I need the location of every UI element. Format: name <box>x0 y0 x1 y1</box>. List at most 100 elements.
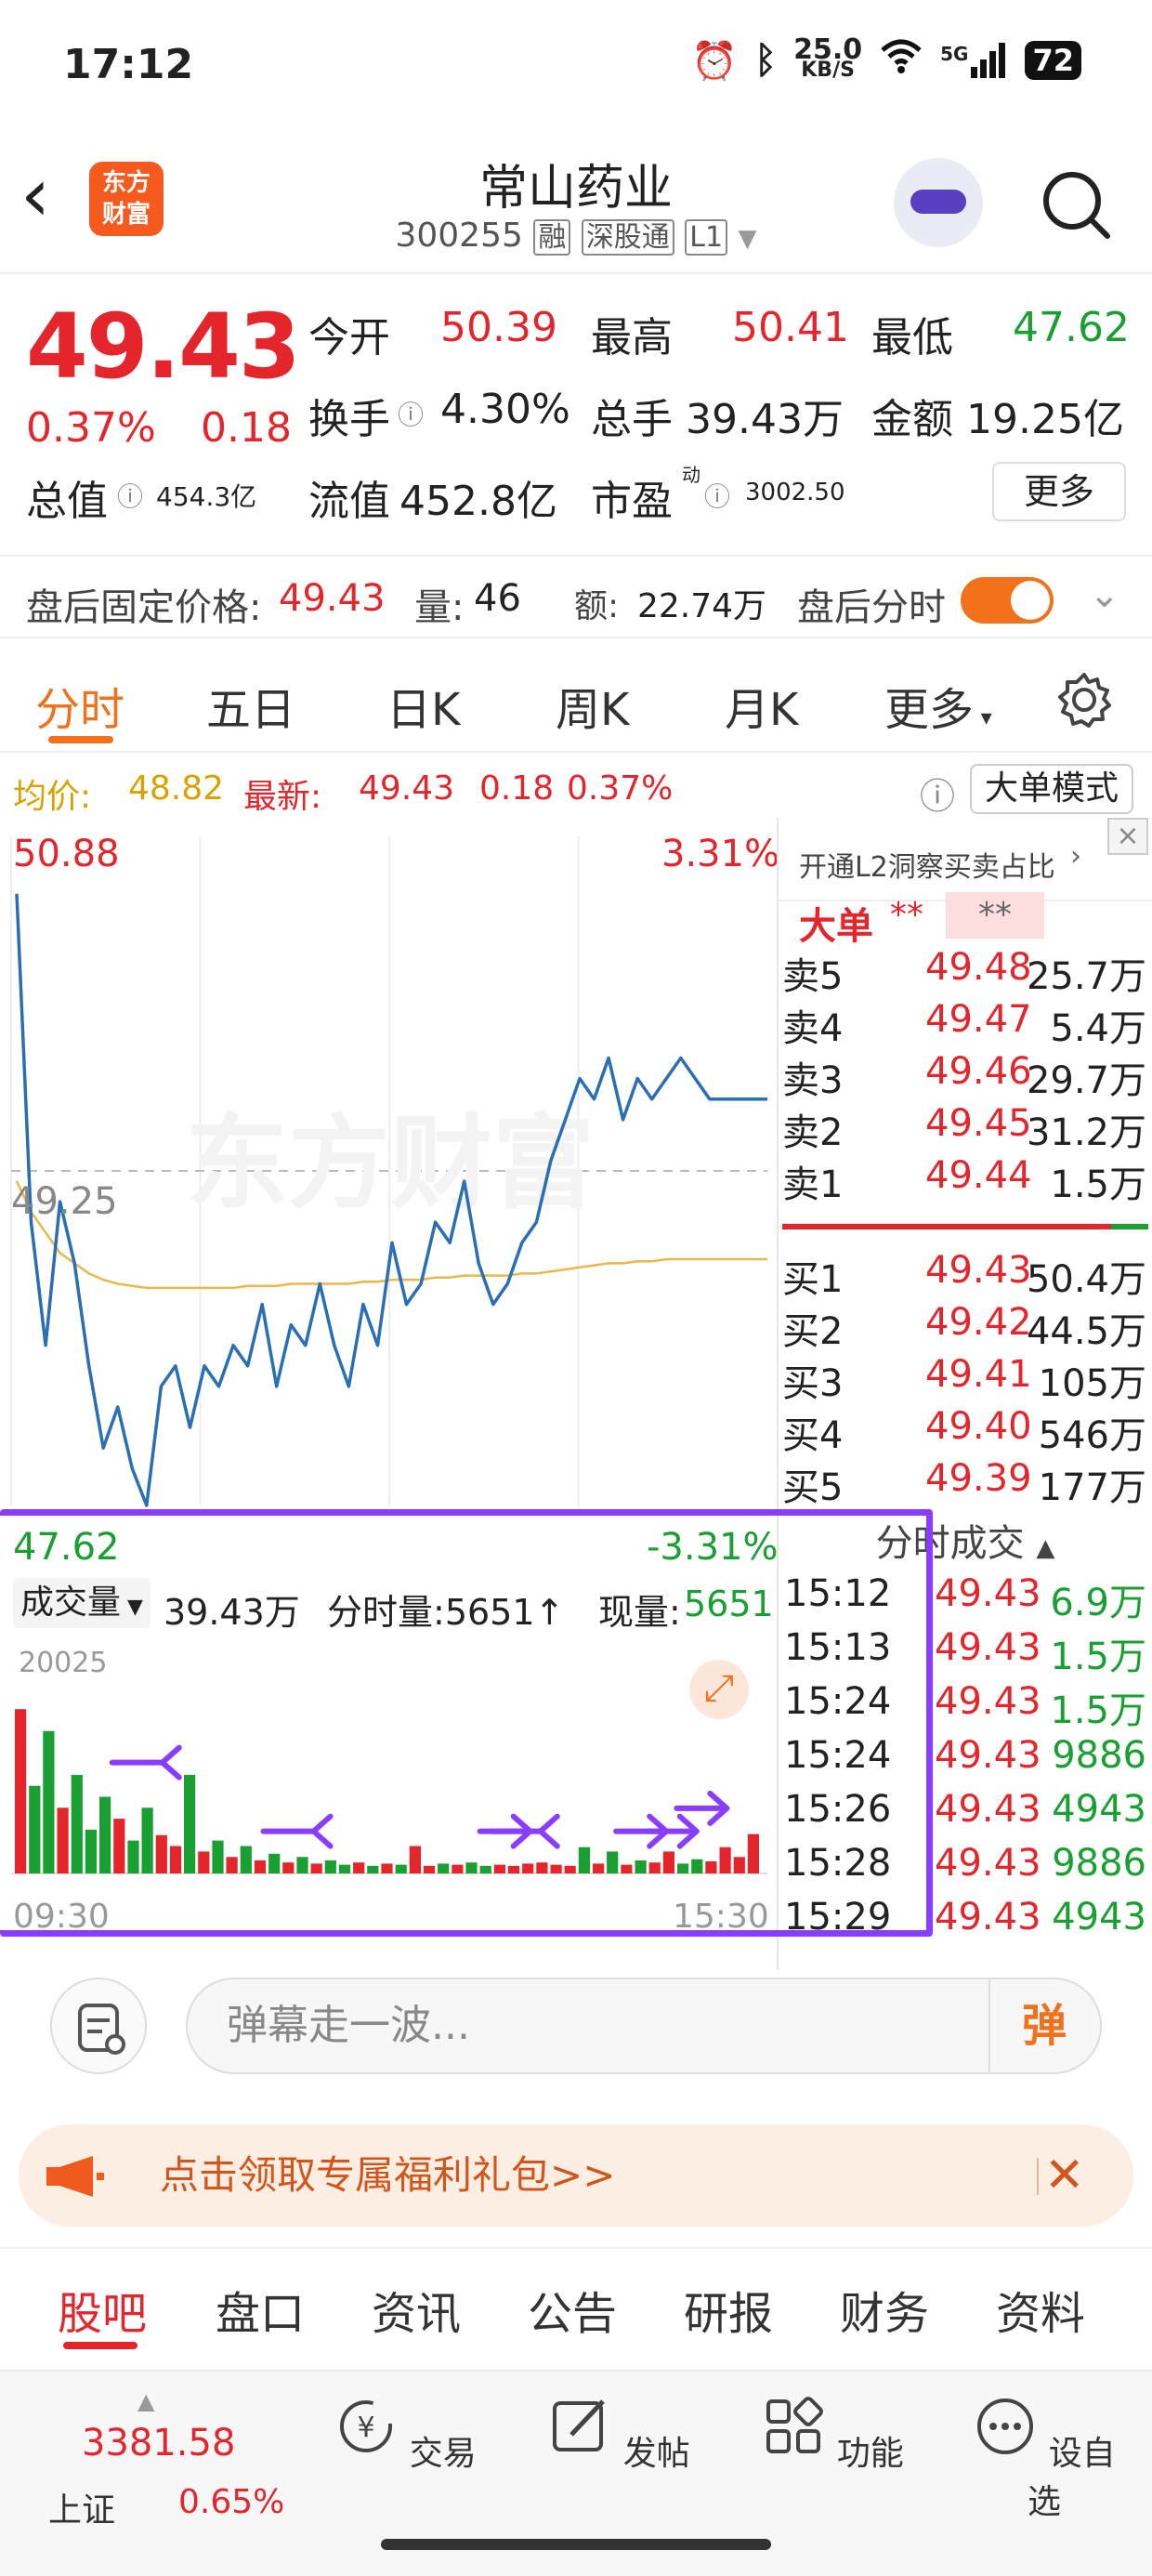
promo-banner[interactable]: 点击领取专属福利礼包>> ✕ <box>19 2124 1133 2227</box>
tab-monthly-k[interactable]: 月K <box>725 673 798 738</box>
status-icons: ⏰ ᛒ 25.0 KB/S 5G 72 <box>691 36 1081 84</box>
stock-code: 300255 <box>395 217 523 255</box>
danmaku-send-button[interactable]: 弹 <box>988 1979 1098 2072</box>
dropdown-icon: ▼ <box>738 225 757 253</box>
amount-label: 金额 <box>871 396 953 443</box>
latest-label: 最新: <box>243 778 322 816</box>
danmaku-settings-icon[interactable] <box>50 1978 147 2074</box>
open-value: 50.39 <box>440 304 557 351</box>
settings-gear-icon[interactable] <box>1055 671 1113 729</box>
float-label: 流值 <box>308 478 390 525</box>
avg-value: 48.82 <box>128 769 225 808</box>
ask-row[interactable]: 卖1 49.44 1.5万 <box>779 1154 1146 1206</box>
after-hours-row: 盘后固定价格: 49.43 量: 46 额: 22.74万 盘后分时 ⌄ <box>0 555 1152 638</box>
pe-label: 市盈 <box>591 478 673 525</box>
tab-financials[interactable]: 财务 <box>840 2277 929 2342</box>
bid-row[interactable]: 买5 49.39 177万 <box>779 1457 1146 1509</box>
bluetooth-icon: ᛒ <box>754 39 778 82</box>
ask-row[interactable]: 卖4 49.47 5.4万 <box>779 998 1146 1050</box>
ask-row[interactable]: 卖3 49.46 29.7万 <box>779 1050 1146 1102</box>
tab-intraday[interactable]: 分时 <box>35 673 124 738</box>
alarm-icon: ⏰ <box>691 39 739 83</box>
trade-icon: ¥ <box>340 2400 393 2452</box>
annotation-frame <box>0 1509 933 1937</box>
change-amount: 0.18 <box>201 404 292 452</box>
latest-percent: 0.37% <box>567 769 674 808</box>
bid-row[interactable]: 买3 49.41 105万 <box>779 1353 1146 1405</box>
index-percent: 0.65% <box>178 2483 285 2521</box>
more-button[interactable]: 更多 <box>992 462 1126 521</box>
danmaku-input[interactable]: 弹幕走一波... 弹 <box>186 1978 1102 2074</box>
quote-panel: 49.43 0.37% 0.18 今开 50.39 最高 50.41 最低 47… <box>0 276 1152 536</box>
divider <box>1037 2158 1039 2195</box>
tab-news[interactable]: 资讯 <box>372 2277 461 2342</box>
latest-change: 0.18 <box>479 769 555 808</box>
ask-row[interactable]: 卖2 49.45 31.2万 <box>779 1102 1146 1154</box>
close-icon[interactable]: ✕ <box>1044 2124 1085 2227</box>
big-order-value-sell: ** <box>946 892 1044 939</box>
info-icon[interactable]: ⓘ <box>117 477 143 514</box>
ask-row[interactable]: 卖5 49.48 25.7万 <box>779 946 1146 998</box>
tab-orderbook[interactable]: 盘口 <box>216 2277 305 2342</box>
signal-icon: 5G <box>940 43 1008 78</box>
after-hours-minute-label: 盘后分时 <box>797 586 946 629</box>
assistant-avatar-icon[interactable] <box>894 158 983 247</box>
megaphone-icon <box>46 2156 104 2197</box>
open-label: 今开 <box>308 314 390 361</box>
nav-add-watchlist[interactable]: 设自选 <box>970 2390 1119 2523</box>
chart-tabs: 分时 五日 日K 周K 月K 更多 ▾ <box>0 651 1152 753</box>
after-hours-toggle[interactable] <box>961 577 1054 624</box>
price-summary-bar: 均价: 48.82 最新: 49.43 0.18 0.37% ⓘ 大单模式 <box>0 756 1152 821</box>
big-order-label: 大单 <box>799 905 873 948</box>
bid-row[interactable]: 买2 49.42 44.5万 <box>779 1301 1146 1353</box>
more-dots-icon <box>977 2399 1034 2454</box>
grid-icon <box>766 2397 824 2453</box>
connect-tag: 深股通 <box>581 219 674 256</box>
tab-daily-k[interactable]: 日K <box>386 673 460 738</box>
wifi-icon <box>879 37 923 84</box>
nav-functions[interactable]: 功能 <box>758 2390 907 2475</box>
info-icon[interactable]: ⓘ <box>398 395 424 432</box>
info-icon[interactable]: ⓘ <box>704 477 730 514</box>
svg-text:¥: ¥ <box>358 2412 375 2444</box>
prev-close-label: 49.25 <box>11 1180 118 1223</box>
index-ticker[interactable]: ▲ 3381.58 上证 0.65% <box>37 2388 284 2556</box>
l2-promo[interactable]: 开通L2洞察买卖占比 › × <box>779 818 1152 901</box>
edit-icon <box>553 2399 606 2451</box>
tab-research[interactable]: 研报 <box>684 2277 773 2342</box>
nav-post[interactable]: 发帖 <box>544 2390 693 2475</box>
pe-value: 3002.50 <box>745 479 845 506</box>
after-hours-vol-label: 量: <box>414 586 465 629</box>
tab-five-day[interactable]: 五日 <box>206 673 295 738</box>
bid-row[interactable]: 买1 49.43 50.4万 <box>779 1249 1146 1301</box>
battery-indicator: 72 <box>1025 41 1081 80</box>
tab-weekly-k[interactable]: 周K <box>556 673 629 738</box>
low-label: 最低 <box>871 314 953 361</box>
search-icon[interactable] <box>1039 167 1113 242</box>
index-value: 3381.58 <box>82 2422 236 2464</box>
after-hours-vol: 46 <box>474 577 521 620</box>
stock-header: ‹ 东方 财富 常山药业 300255 融 深股通 L1 ▼ <box>0 139 1152 274</box>
tab-announcements[interactable]: 公告 <box>528 2277 617 2342</box>
big-order-mode-button[interactable]: 大单模式 <box>970 764 1133 814</box>
last-price: 49.43 <box>26 295 301 399</box>
help-icon[interactable]: ⓘ <box>920 768 955 819</box>
volume-value: 39.43万 <box>686 396 844 443</box>
active-tab-indicator <box>63 2342 137 2349</box>
tab-profile[interactable]: 资料 <box>996 2277 1085 2342</box>
mktcap-label: 总值 <box>26 478 108 525</box>
turnover-label: 换手 <box>308 396 390 443</box>
high-value: 50.41 <box>732 304 849 351</box>
volume-label: 总手 <box>591 396 673 443</box>
change-percent: 0.37% <box>26 404 156 452</box>
turnover-value: 4.30% <box>440 386 570 433</box>
content-tabs: 股吧 盘口 资讯 公告 研报 财务 资料 <box>0 2247 1152 2349</box>
tab-forum[interactable]: 股吧 <box>58 2277 147 2342</box>
close-icon[interactable]: × <box>1107 818 1148 855</box>
after-hours-price: 49.43 <box>279 577 386 620</box>
home-indicator[interactable] <box>381 2539 771 2550</box>
tab-more[interactable]: 更多 ▾ <box>884 673 992 738</box>
bid-row[interactable]: 买4 49.40 546万 <box>779 1405 1146 1457</box>
expand-chevron-icon[interactable]: ⌄ <box>1089 573 1120 616</box>
nav-trade[interactable]: ¥ 交易 <box>331 2390 479 2475</box>
